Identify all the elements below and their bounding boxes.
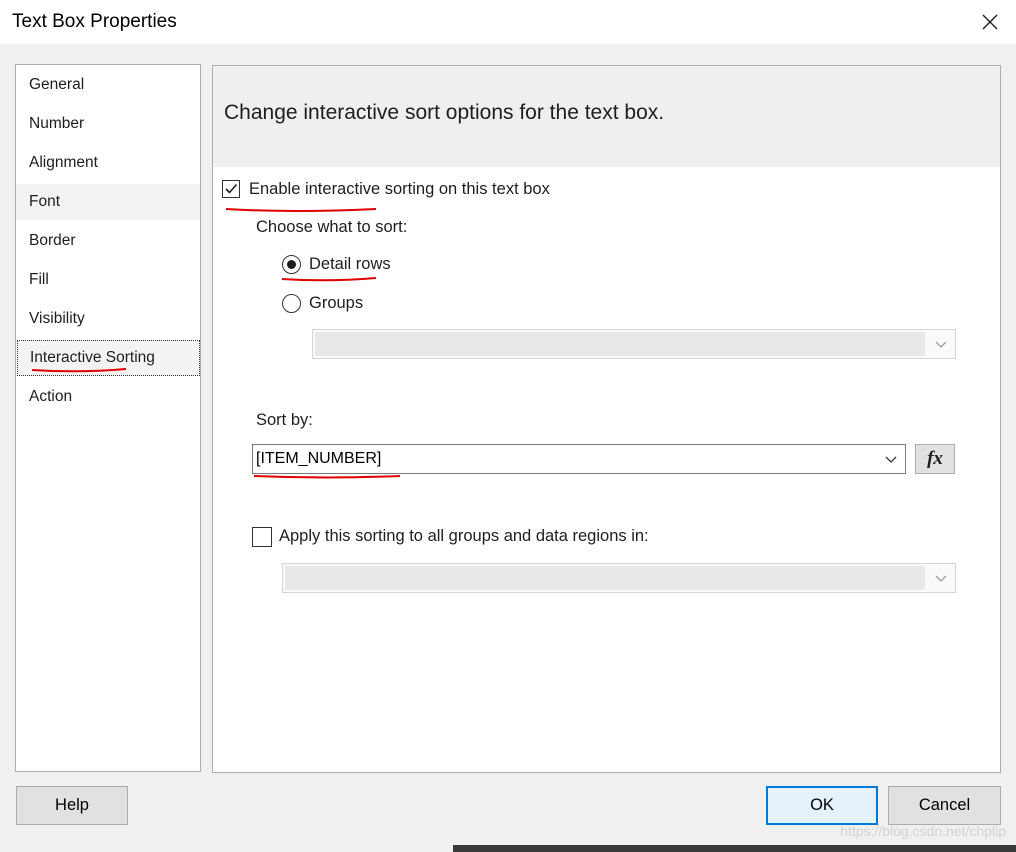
groups-radio[interactable] bbox=[282, 294, 301, 313]
nav-item-font[interactable]: Font bbox=[16, 184, 200, 220]
nav-item-visibility[interactable]: Visibility bbox=[16, 301, 200, 337]
enable-sorting-label[interactable]: Enable interactive sorting on this text … bbox=[249, 180, 550, 199]
groups-dropdown-field bbox=[315, 332, 925, 356]
nav-item-action[interactable]: Action bbox=[16, 379, 200, 415]
nav-item-general[interactable]: General bbox=[16, 67, 200, 103]
expression-button[interactable]: fx bbox=[915, 444, 955, 474]
property-nav: General Number Alignment Font Border Fil… bbox=[15, 64, 201, 772]
chevron-down-icon bbox=[935, 341, 947, 348]
window-title: Text Box Properties bbox=[12, 11, 177, 32]
watermark: https://blog.csdn.net/chplip bbox=[840, 823, 1006, 839]
data-regions-dropdown[interactable] bbox=[282, 563, 956, 593]
nav-item-border[interactable]: Border bbox=[16, 223, 200, 259]
apply-sorting-label[interactable]: Apply this sorting to all groups and dat… bbox=[279, 527, 649, 546]
detail-rows-label[interactable]: Detail rows bbox=[309, 255, 391, 274]
groups-dropdown[interactable] bbox=[312, 329, 956, 359]
choose-what-to-sort-label: Choose what to sort: bbox=[256, 218, 408, 236]
nav-item-alignment[interactable]: Alignment bbox=[16, 145, 200, 181]
ok-button[interactable]: OK bbox=[766, 786, 878, 825]
sort-by-label: Sort by: bbox=[256, 411, 313, 429]
panel-header: Change interactive sort options for the … bbox=[213, 66, 1000, 167]
chevron-down-icon bbox=[885, 456, 897, 463]
cancel-button[interactable]: Cancel bbox=[888, 786, 1001, 825]
nav-item-number[interactable]: Number bbox=[16, 106, 200, 142]
radio-selected-dot bbox=[287, 260, 296, 269]
help-button[interactable]: Help bbox=[16, 786, 128, 825]
apply-sorting-checkbox[interactable] bbox=[252, 527, 272, 547]
sort-by-value: [ITEM_NUMBER] bbox=[256, 450, 382, 467]
panel-header-text: Change interactive sort options for the … bbox=[224, 101, 665, 124]
enable-sorting-checkbox[interactable] bbox=[222, 180, 240, 198]
title-bar: Text Box Properties bbox=[0, 0, 1016, 44]
nav-item-fill[interactable]: Fill bbox=[16, 262, 200, 298]
nav-item-interactive-sorting[interactable]: Interactive Sorting bbox=[17, 340, 200, 376]
close-button[interactable] bbox=[974, 6, 1006, 38]
data-regions-dropdown-field bbox=[285, 566, 925, 590]
background-window-edge bbox=[453, 845, 1016, 852]
sort-by-dropdown[interactable]: [ITEM_NUMBER] bbox=[252, 444, 906, 474]
properties-panel: Change interactive sort options for the … bbox=[212, 65, 1001, 773]
chevron-down-icon bbox=[935, 575, 947, 582]
checkmark-icon bbox=[225, 183, 238, 194]
groups-label[interactable]: Groups bbox=[309, 294, 363, 313]
close-icon bbox=[982, 14, 998, 30]
detail-rows-radio[interactable] bbox=[282, 255, 301, 274]
fx-icon: fx bbox=[927, 448, 943, 469]
